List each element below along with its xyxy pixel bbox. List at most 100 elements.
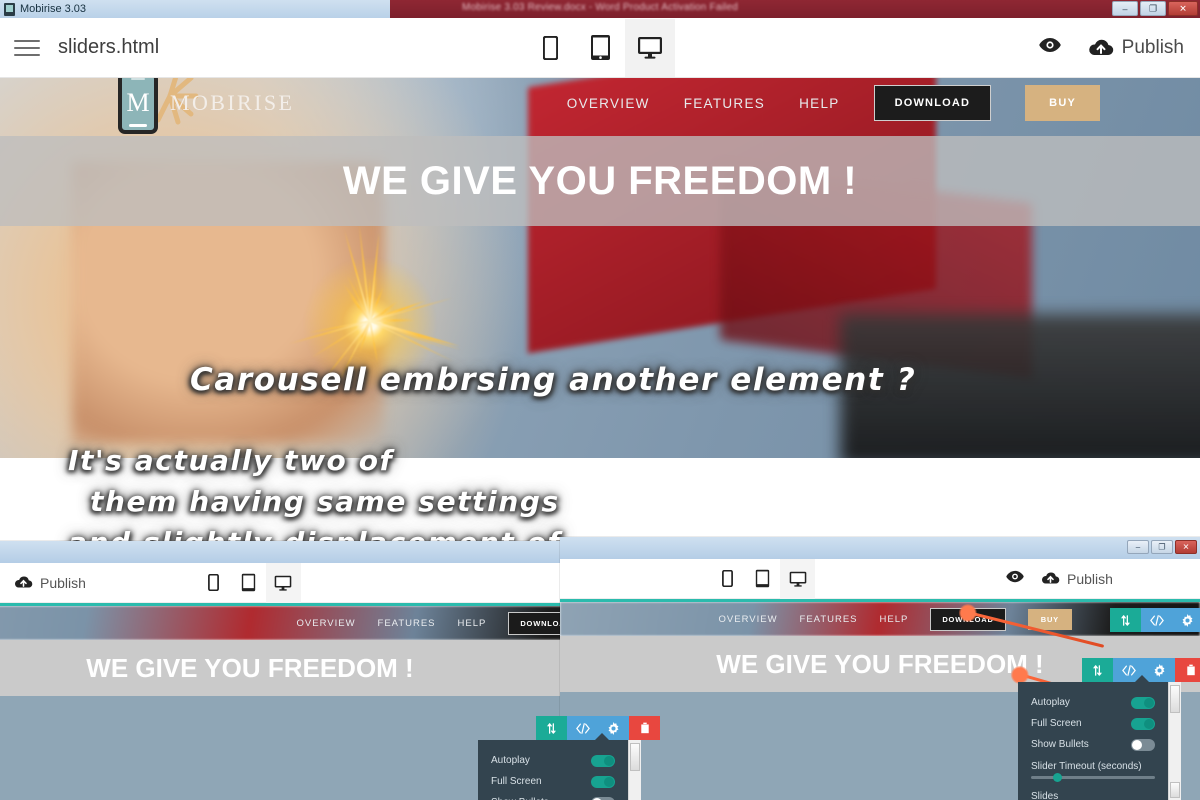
inset-right-device-switcher[interactable] — [710, 559, 815, 599]
close-icon: ✕ — [1179, 3, 1187, 14]
site-navbar: M MOBIRISE OVERVIEW FEATURES HELP DOWNLO… — [0, 78, 1200, 128]
publish-button[interactable]: Publish — [1088, 37, 1184, 59]
cloud-upload-icon — [1088, 39, 1114, 57]
inset-right-nav-features[interactable]: FEATURES — [800, 614, 858, 625]
inset-right-maximize-button[interactable]: ❐ — [1151, 540, 1173, 554]
nav-item-features[interactable]: FEATURES — [684, 96, 765, 111]
desktop-icon — [637, 36, 663, 59]
edit-code-button[interactable] — [1141, 608, 1172, 632]
code-brackets-icon — [576, 723, 590, 734]
inset-right-publish-label: Publish — [1067, 571, 1113, 587]
move-block-button[interactable] — [1110, 608, 1141, 632]
delete-block-button[interactable] — [629, 716, 660, 740]
inset-right-device-tablet-button[interactable] — [745, 559, 780, 599]
mobirise-app-icon — [4, 3, 15, 16]
toolbar-right: Publish — [1038, 37, 1184, 59]
device-mobile-button[interactable] — [525, 19, 575, 77]
inset-right-nav-items[interactable]: OVERVIEW FEATURES HELP DOWNLOAD BUY — [560, 602, 1200, 636]
move-vertical-icon — [1092, 664, 1103, 677]
preview-eye-icon[interactable] — [1038, 37, 1062, 58]
move-vertical-icon — [1120, 614, 1131, 627]
autoplay-toggle[interactable] — [1131, 697, 1155, 709]
minimize-button[interactable]: – — [1112, 1, 1138, 16]
inset-right-device-desktop-button[interactable] — [780, 559, 815, 599]
nav-item-help[interactable]: HELP — [799, 96, 839, 111]
device-desktop-button[interactable] — [625, 19, 675, 77]
trash-icon — [1186, 664, 1196, 676]
device-tablet-button[interactable] — [575, 19, 625, 77]
maximize-button[interactable]: ❐ — [1140, 1, 1166, 16]
publish-label: Publish — [1122, 37, 1184, 59]
autoplay-toggle[interactable] — [591, 755, 615, 767]
mobile-icon — [543, 36, 558, 60]
setting-fullscreen-left[interactable]: Full Screen — [478, 771, 628, 792]
inset-right-window-controls[interactable]: – ❐ ✕ — [1127, 540, 1197, 554]
inset-left-device-desktop-button[interactable] — [266, 563, 301, 603]
maximize-icon: ❐ — [1158, 543, 1165, 552]
settings-scrollbar-left[interactable] — [628, 740, 641, 800]
inset-screenshots: – ❐ ✕ Publish — [0, 463, 1200, 800]
inset-left-device-switcher[interactable] — [196, 563, 301, 603]
settings-scrollbar-right[interactable] — [1168, 682, 1181, 800]
device-switcher[interactable] — [525, 19, 675, 77]
gear-icon — [1181, 614, 1194, 627]
setting-fullscreen-right[interactable]: Full Screen — [1018, 713, 1168, 734]
slider-settings-panel-left[interactable]: Autoplay Full Screen Show Bullets Slider… — [478, 740, 628, 800]
app-title: Mobirise 3.03 — [20, 3, 86, 15]
slides-label: Slides — [1018, 785, 1168, 800]
setting-autoplay-left[interactable]: Autoplay — [478, 750, 628, 771]
inset-left-hero-heading: WE GIVE YOU FREEDOM ! — [86, 653, 413, 684]
show-bullets-toggle[interactable] — [1131, 739, 1155, 751]
slider-handle[interactable] — [1053, 773, 1062, 782]
fullscreen-toggle[interactable] — [591, 776, 615, 788]
block-settings-button[interactable] — [1172, 608, 1200, 632]
desktop-icon — [789, 571, 807, 587]
os-title-bar: Mobirise 3.03 Review.docx - Word Product… — [0, 0, 1200, 18]
inset-right-nav-help[interactable]: HELP — [880, 614, 909, 625]
inset-left-nav-help[interactable]: HELP — [458, 618, 487, 629]
inset-right-publish-button[interactable]: Publish — [1041, 571, 1113, 587]
inset-right-close-button[interactable]: ✕ — [1175, 540, 1197, 554]
slider-timeout-slider[interactable] — [1031, 776, 1155, 779]
inset-right-buy-button[interactable]: BUY — [1028, 609, 1072, 630]
slider-settings-panel-right[interactable]: Autoplay Full Screen Show Bullets Slider… — [1018, 682, 1168, 800]
phone-logo-icon: M — [118, 78, 158, 134]
inset-left-publish-button[interactable]: Publish — [14, 575, 86, 591]
inset-right-site-navbar: OVERVIEW FEATURES HELP DOWNLOAD BUY — [560, 602, 1200, 636]
cloud-upload-icon — [14, 576, 33, 589]
hero-photo — [0, 78, 1200, 458]
tablet-icon — [755, 569, 770, 588]
inset-left-device-mobile-button[interactable] — [196, 563, 231, 603]
app-toolbar: sliders.html Publish — [0, 18, 1200, 78]
setting-label: Full Screen — [491, 776, 542, 787]
inset-right-nav-overview[interactable]: OVERVIEW — [719, 614, 778, 625]
slider-timeout-label: Slider Timeout (seconds) — [1018, 755, 1168, 776]
site-logo[interactable]: M MOBIRISE — [118, 78, 294, 134]
nav-item-overview[interactable]: OVERVIEW — [567, 96, 650, 111]
download-button[interactable]: DOWNLOAD — [874, 85, 992, 121]
edit-toolbar-right-top[interactable] — [1110, 608, 1200, 632]
setting-showbullets-left[interactable]: Show Bullets — [478, 792, 628, 800]
setting-showbullets-right[interactable]: Show Bullets — [1018, 734, 1168, 755]
site-nav-menu[interactable]: OVERVIEW FEATURES HELP DOWNLOAD BUY — [567, 85, 1100, 121]
setting-label: Full Screen — [1031, 718, 1082, 729]
move-block-button[interactable] — [1082, 658, 1113, 682]
inset-right-preview-eye-icon[interactable] — [1005, 570, 1025, 588]
inset-right-device-mobile-button[interactable] — [710, 559, 745, 599]
buy-button[interactable]: BUY — [1025, 85, 1100, 121]
hamburger-icon[interactable] — [14, 33, 44, 63]
setting-autoplay-right[interactable]: Autoplay — [1018, 692, 1168, 713]
close-button[interactable]: ✕ — [1168, 1, 1198, 16]
inset-left-nav-features[interactable]: FEATURES — [378, 618, 436, 629]
inset-right-minimize-button[interactable]: – — [1127, 540, 1149, 554]
window-controls[interactable]: – ❐ ✕ — [1112, 1, 1198, 16]
inset-left-device-tablet-button[interactable] — [231, 563, 266, 603]
delete-block-button[interactable] — [1175, 658, 1200, 682]
inset-left-nav-overview[interactable]: OVERVIEW — [297, 618, 356, 629]
trash-icon — [640, 722, 650, 734]
fullscreen-toggle[interactable] — [1131, 718, 1155, 730]
brand-name: MOBIRISE — [170, 90, 294, 116]
inset-right-title-bar: – ❐ ✕ — [560, 537, 1200, 559]
show-bullets-toggle[interactable] — [591, 797, 615, 800]
move-block-button[interactable] — [536, 716, 567, 740]
